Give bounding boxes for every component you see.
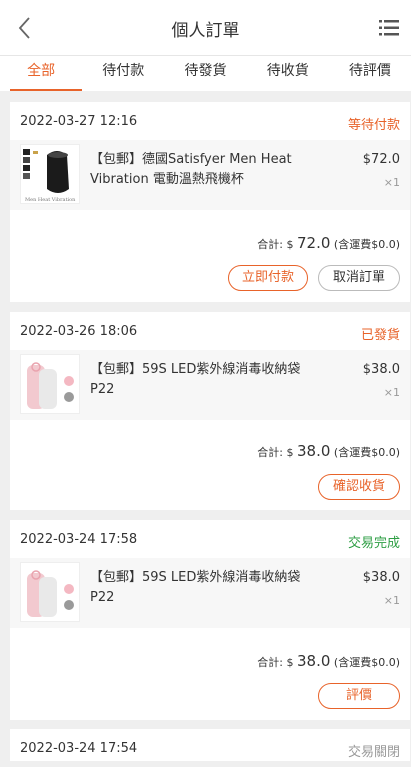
product-quantity: ×1 [383,176,400,189]
shipping-fee: (含運費$0.0) [333,446,400,459]
total-amount: 38.0 [297,652,331,670]
total-amount: 72.0 [297,234,331,252]
order-item[interactable]: 【包郵】59S LED紫外線消毒收納袋 P22 $38.0 ×1 [10,350,410,420]
product-image [20,562,80,622]
order-date: 2022-03-24 17:58 [20,532,138,547]
product-quantity: ×1 [383,386,400,399]
svg-text:Men Heat Vibration: Men Heat Vibration [25,197,76,203]
tab-all[interactable]: 全部 [0,56,83,91]
product-price: $38.0 [362,362,400,377]
order-total: 合計: $ 38.0 (含運費$0.0) [257,442,400,460]
order-date: 2022-03-27 12:16 [20,114,138,129]
order-status: 等待付款 [347,118,400,133]
product-image: Men Heat Vibration [20,144,80,204]
page-title: 個人訂單 [171,21,240,41]
tab-pending-shipment[interactable]: 待發貨 [164,56,246,91]
total-currency: $ [286,446,294,459]
product-name[interactable]: 【包郵】59S LED紫外線消毒收納袋 P22 [90,360,325,400]
order-item[interactable]: 【包郵】59S LED紫外線消毒收納袋 P22 $38.0 ×1 [10,558,410,628]
order-card[interactable]: 2022-03-26 18:06 已發貨 【包郵】59S LED紫外線消毒收納袋… [10,312,410,510]
order-tabs: 全部 待付款 待發貨 待收貨 待評價 [0,56,411,91]
pay-now-button[interactable]: 立即付款 [228,265,308,291]
total-currency: $ [286,656,294,669]
order-card[interactable]: 2022-03-27 12:16 等待付款 Men Heat Vibration… [10,102,410,302]
app-header: 個人訂單 [0,0,411,56]
shipping-fee: (含運費$0.0) [333,238,400,251]
order-card[interactable]: 2022-03-24 17:54 交易關閉 [10,729,410,761]
order-status: 已發貨 [360,328,400,343]
menu-list-icon[interactable] [377,16,401,40]
order-total: 合計: $ 72.0 (含運費$0.0) [257,234,400,252]
order-date: 2022-03-24 17:54 [20,741,138,756]
total-label: 合計: [257,238,284,251]
product-image [20,354,80,414]
cancel-order-button[interactable]: 取消訂單 [318,265,400,291]
total-amount: 38.0 [297,442,331,460]
order-status: 交易關閉 [347,745,400,760]
order-total: 合計: $ 38.0 (含運費$0.0) [257,652,400,670]
tab-pending-review[interactable]: 待評價 [329,56,411,91]
order-item[interactable]: Men Heat Vibration 【包郵】德國Satisfyer Men H… [10,140,410,210]
tab-pending-receipt[interactable]: 待收貨 [247,56,329,91]
review-button[interactable]: 評價 [318,683,400,709]
order-card[interactable]: 2022-03-24 17:58 交易完成 【包郵】59S LED紫外線消毒收納… [10,520,410,720]
product-name[interactable]: 【包郵】德國Satisfyer Men Heat Vibration 電動溫熱飛… [90,150,325,190]
order-date: 2022-03-26 18:06 [20,324,138,339]
tab-pending-payment[interactable]: 待付款 [82,56,164,91]
total-label: 合計: [257,446,284,459]
confirm-receipt-button[interactable]: 確認收貨 [318,474,400,500]
order-status: 交易完成 [347,536,400,551]
total-label: 合計: [257,656,284,669]
product-price: $38.0 [362,570,400,585]
product-quantity: ×1 [383,594,400,607]
total-currency: $ [286,238,294,251]
product-name[interactable]: 【包郵】59S LED紫外線消毒收納袋 P22 [90,568,325,608]
product-price: $72.0 [362,152,400,167]
shipping-fee: (含運費$0.0) [333,656,400,669]
